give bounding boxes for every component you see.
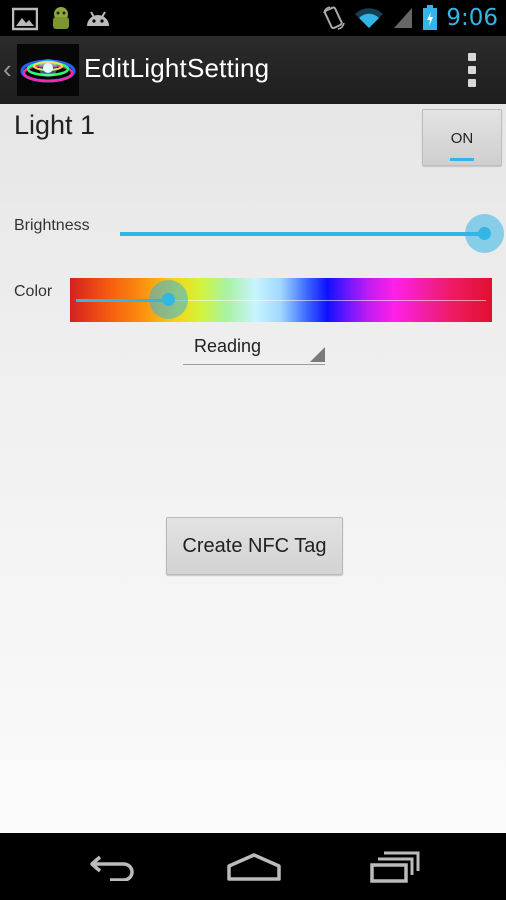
app-logo-icon[interactable] [17, 44, 79, 96]
mode-spinner[interactable]: Reading [183, 336, 325, 365]
android-icon [53, 7, 69, 29]
rotate-icon [323, 6, 346, 30]
light-name: Light 1 [14, 110, 96, 140]
color-label: Color [14, 283, 53, 300]
mode-spinner-value: Reading [194, 336, 262, 356]
clock-time: 9:06 [446, 5, 498, 31]
signal-icon [394, 8, 413, 28]
battery-charging-icon [423, 5, 438, 30]
home-icon[interactable] [226, 853, 282, 881]
toggle-indicator [450, 158, 474, 161]
system-icons: 9:06 [322, 0, 498, 36]
chevron-left-icon[interactable]: ‹ [3, 56, 12, 82]
brightness-label: Brightness [14, 217, 90, 234]
notification-icons [12, 5, 112, 33]
power-toggle-button[interactable]: ON [422, 109, 502, 166]
navigation-bar [0, 833, 506, 900]
toggle-label: ON [450, 130, 474, 147]
color-slider-track-rest [168, 300, 486, 301]
brightness-slider-track[interactable] [120, 232, 485, 236]
overflow-menu-icon[interactable] [468, 53, 476, 87]
edit-light-content: Light 1 ON Brightness Color Reading Crea… [0, 104, 506, 833]
back-icon[interactable] [88, 853, 138, 881]
gallery-icon [12, 7, 38, 31]
status-bar: 9:06 [0, 0, 506, 36]
wifi-icon [355, 8, 384, 28]
create-nfc-tag-button[interactable]: Create NFC Tag [166, 517, 343, 575]
screen-title: EditLightSetting [84, 53, 270, 83]
spinner-arrow-icon [310, 347, 325, 362]
action-bar: ‹ EditLightSetting [0, 36, 506, 107]
brightness-thumb-center [478, 227, 491, 240]
recents-icon[interactable] [370, 851, 420, 883]
color-thumb-center [162, 293, 175, 306]
android-head-icon [87, 11, 109, 26]
